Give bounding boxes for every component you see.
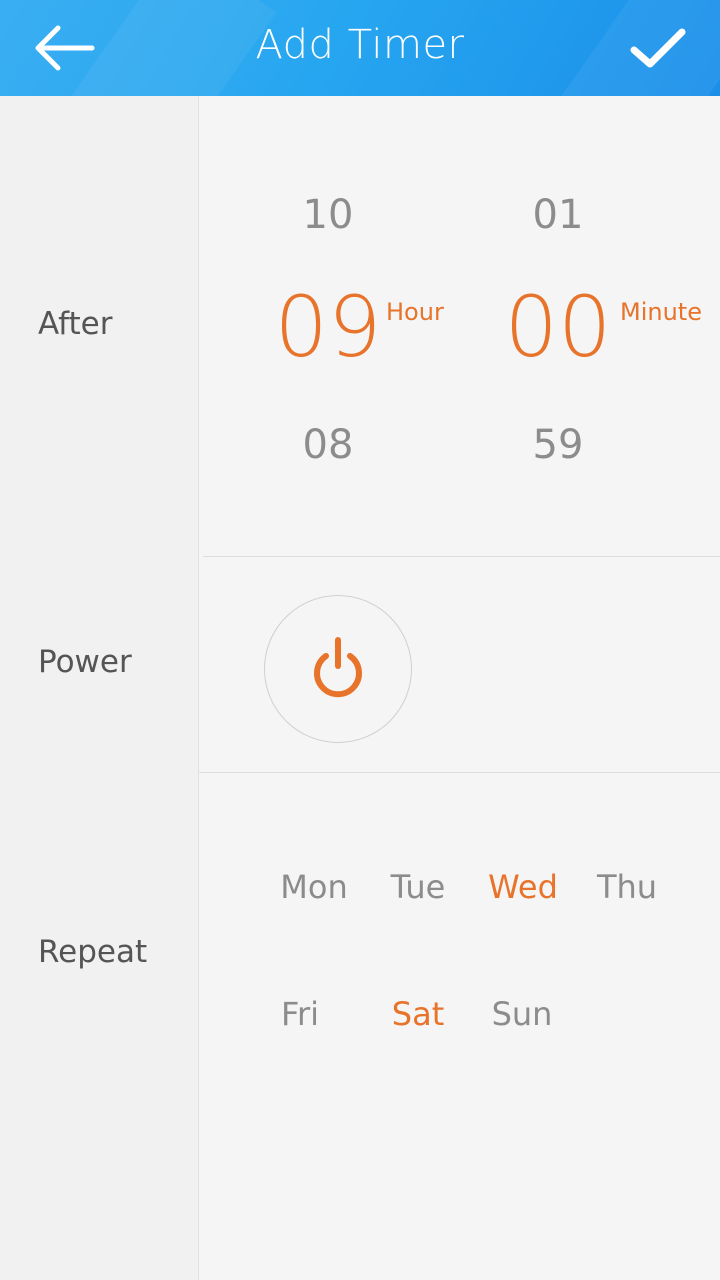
minute-unit-label: Minute xyxy=(620,298,702,326)
hour-next-value[interactable]: 08 xyxy=(258,422,398,468)
minute-next-value[interactable]: 59 xyxy=(488,422,628,468)
day-fri[interactable]: Fri xyxy=(245,995,355,1033)
sidebar: After Power Repeat xyxy=(0,96,199,1280)
day-sun[interactable]: Sun xyxy=(467,995,577,1033)
divider xyxy=(199,772,720,773)
app-header: Add Timer xyxy=(0,0,720,96)
minute-prev-value[interactable]: 01 xyxy=(488,192,628,238)
confirm-button[interactable] xyxy=(628,22,690,74)
divider xyxy=(203,556,720,557)
day-mon[interactable]: Mon xyxy=(259,868,369,906)
day-thu[interactable]: Thu xyxy=(572,868,682,906)
power-icon xyxy=(314,637,362,698)
hour-prev-value[interactable]: 10 xyxy=(258,192,398,238)
hour-unit-label: Hour xyxy=(386,298,444,326)
power-toggle-button[interactable] xyxy=(264,595,412,743)
checkmark-icon xyxy=(630,28,686,68)
day-tue[interactable]: Tue xyxy=(363,868,473,906)
hour-selected-value[interactable]: 09 xyxy=(248,278,408,376)
minute-selected-value[interactable]: 00 xyxy=(478,278,638,376)
day-wed[interactable]: Wed xyxy=(468,868,578,906)
page-title: Add Timer xyxy=(255,22,465,68)
repeat-label: Repeat xyxy=(38,934,148,970)
after-label: After xyxy=(38,306,113,342)
day-sat[interactable]: Sat xyxy=(363,995,473,1033)
power-label: Power xyxy=(38,644,132,680)
